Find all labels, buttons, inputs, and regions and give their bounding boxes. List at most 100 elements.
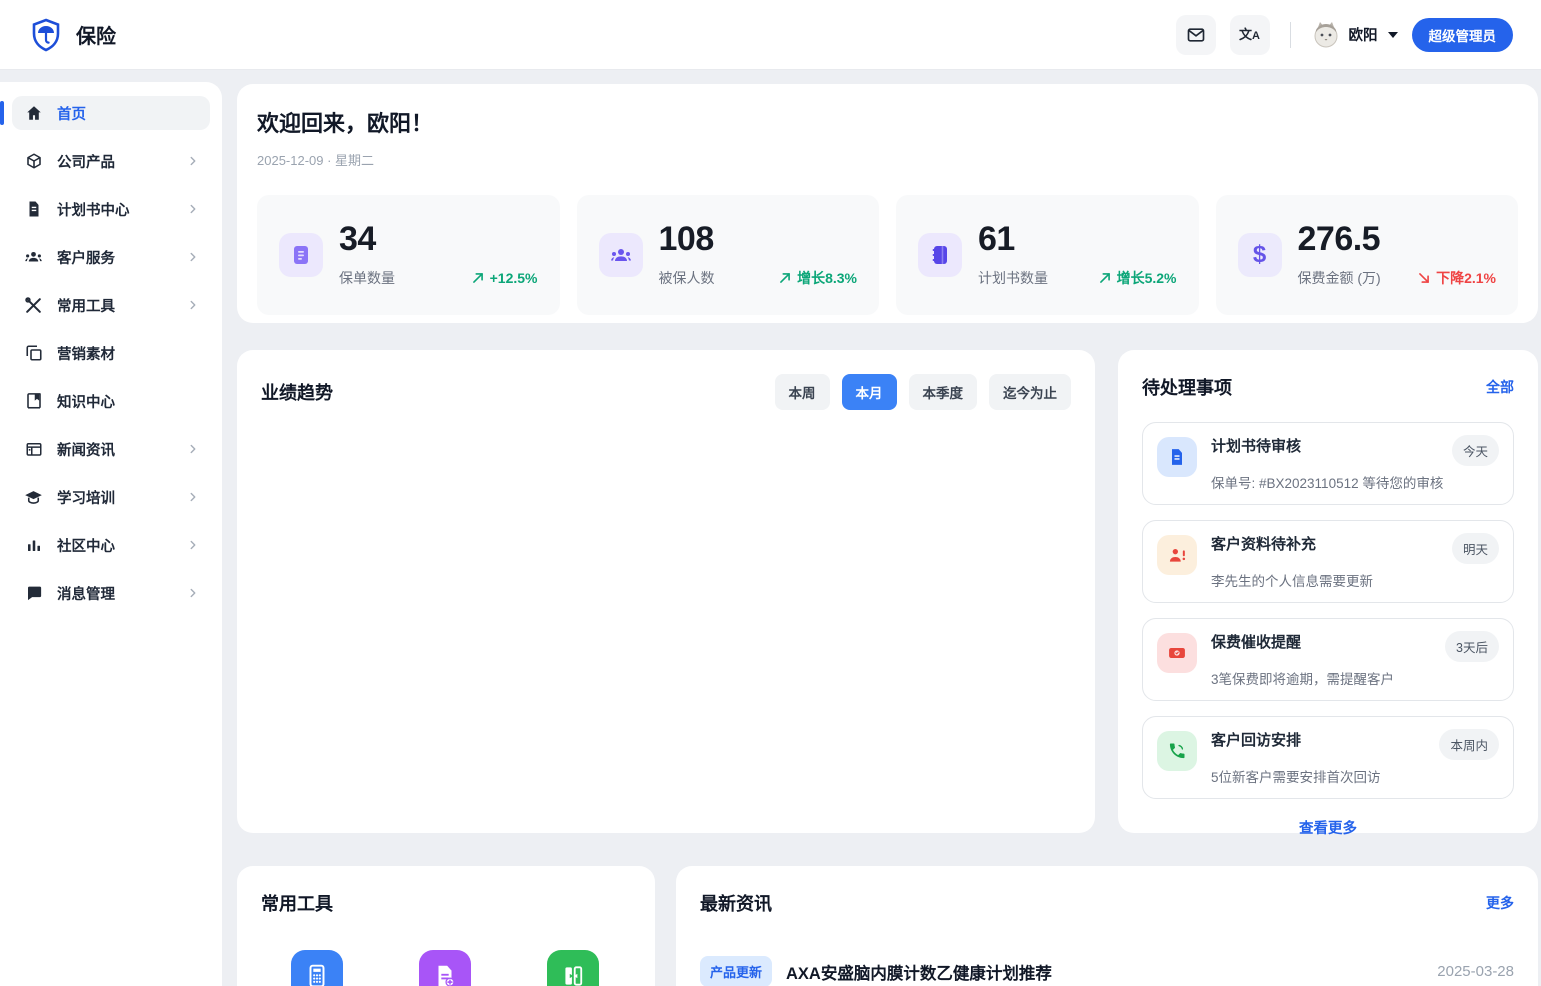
pending-item-customer-visit[interactable]: 客户回访安排 本周内 5位新客户需要安排首次回访 (1142, 716, 1514, 799)
sidebar-item-label: 客户服务 (57, 247, 115, 268)
tools-icon (24, 296, 43, 315)
trend-up-icon (471, 271, 485, 285)
due-badge: 3天后 (1445, 631, 1499, 662)
chevron-down-icon (1388, 32, 1398, 38)
pending-item-premium-reminder[interactable]: 保费催收提醒 3天后 3笔保费即将逾期，需提醒客户 (1142, 618, 1514, 701)
performance-title: 业绩趋势 (261, 379, 333, 405)
sidebar-item-products[interactable]: 公司产品 (12, 144, 210, 178)
sidebar-item-marketing[interactable]: 营销素材 (12, 336, 210, 370)
welcome-date: 2025-12-09 · 星期二 (257, 150, 1518, 169)
pending-all-link[interactable]: 全部 (1486, 377, 1514, 397)
navbar-actions: 文A 欧阳 超级管理员 (1176, 15, 1514, 55)
new-document-icon (432, 963, 458, 986)
app-title: 保险 (76, 20, 116, 49)
stat-trend-value: 增长5.2% (1117, 268, 1177, 288)
payment-icon (1157, 633, 1197, 673)
stat-trend-value: 下降2.1% (1436, 268, 1496, 288)
navbar-divider (1290, 22, 1291, 48)
stat-value: 276.5 (1298, 222, 1497, 258)
phone-icon (1157, 731, 1197, 771)
bar-chart-icon (24, 536, 43, 555)
tab-this-week[interactable]: 本周 (775, 374, 830, 410)
person-alert-icon (1157, 535, 1197, 575)
due-badge: 今天 (1452, 435, 1499, 466)
new-proposal-tool-button[interactable] (419, 950, 471, 986)
tab-to-date[interactable]: 迄今为止 (989, 374, 1071, 410)
sidebar-item-label: 公司产品 (57, 151, 115, 172)
sidebar-item-label: 消息管理 (57, 583, 115, 604)
calculator-tool-button[interactable] (291, 950, 343, 986)
pending-list: 计划书待审核 今天 保单号: #BX2023110512 等待您的审核 客户资料… (1142, 422, 1514, 799)
performance-chart-area (261, 410, 1071, 800)
sidebar-item-label: 社区中心 (57, 535, 115, 556)
stat-trend-value: 增长8.3% (797, 268, 857, 288)
users-icon (24, 248, 43, 267)
news-item[interactable]: 产品更新 AXA安盛脑内膜计数乙健康计划推荐 2025-03-28 (700, 956, 1514, 986)
dashboard-root: 保险 文A (0, 0, 1541, 986)
mail-button[interactable] (1176, 15, 1216, 55)
stat-card-policies: 34 保单数量 +12.5% (257, 195, 560, 315)
newspaper-icon (24, 440, 43, 459)
due-badge: 本周内 (1439, 729, 1499, 760)
sidebar-item-tools[interactable]: 常用工具 (12, 288, 210, 322)
sidebar-item-community[interactable]: 社区中心 (12, 528, 210, 562)
document-icon (1157, 437, 1197, 477)
pending-item-title: 客户回访安排 (1211, 729, 1301, 750)
dollar-icon: $ (1238, 233, 1282, 277)
sidebar-item-label: 知识中心 (57, 391, 115, 412)
role-button[interactable]: 超级管理员 (1412, 18, 1514, 52)
tab-this-month[interactable]: 本月 (842, 374, 897, 410)
tab-this-quarter[interactable]: 本季度 (909, 374, 978, 410)
news-more-link[interactable]: 更多 (1486, 893, 1514, 913)
chevron-right-icon (186, 298, 200, 312)
news-item-title: AXA安盛脑内膜计数乙健康计划推荐 (786, 960, 1052, 984)
sidebar-item-news[interactable]: 新闻资讯 (12, 432, 210, 466)
stat-value: 108 (659, 222, 858, 258)
see-more-link[interactable]: 查看更多 (1142, 817, 1514, 838)
chevron-right-icon (186, 538, 200, 552)
product-box-icon (24, 152, 43, 171)
translate-button[interactable]: 文A (1230, 15, 1270, 55)
latest-news-panel: 最新资讯 更多 产品更新 AXA安盛脑内膜计数乙健康计划推荐 2025-03-2… (676, 866, 1538, 986)
chevron-right-icon (186, 154, 200, 168)
sidebar-item-proposals[interactable]: 计划书中心 (12, 192, 210, 226)
pending-item-proposal-review[interactable]: 计划书待审核 今天 保单号: #BX2023110512 等待您的审核 (1142, 422, 1514, 505)
welcome-title: 欢迎回来，欧阳！ (257, 106, 1518, 138)
sidebar-item-messages[interactable]: 消息管理 (12, 576, 210, 610)
user-name: 欧阳 (1349, 24, 1378, 45)
compare-tool-button[interactable] (547, 950, 599, 986)
stat-card-proposals: 61 计划书数量 增长5.2% (896, 195, 1199, 315)
sidebar: 首页 公司产品 计划书中心 客户服务 (0, 82, 222, 986)
pending-item-customer-info[interactable]: 客户资料待补充 明天 李先生的个人信息需要更新 (1142, 520, 1514, 603)
tools-row (261, 950, 631, 986)
sidebar-item-label: 新闻资讯 (57, 439, 115, 460)
news-title: 最新资讯 (700, 890, 772, 916)
pending-item-desc: 李先生的个人信息需要更新 (1211, 570, 1499, 590)
stat-card-premium: $ 276.5 保费金额 (万) 下降2.1% (1216, 195, 1519, 315)
news-badge: 产品更新 (700, 956, 772, 986)
common-tools-panel: 常用工具 (237, 866, 655, 986)
compare-icon (560, 963, 586, 986)
trend-down-icon (1417, 271, 1431, 285)
stat-trend-value: +12.5% (490, 270, 538, 286)
document-icon (24, 200, 43, 219)
sidebar-item-home[interactable]: 首页 (12, 96, 210, 130)
sidebar-item-label: 学习培训 (57, 487, 115, 508)
shield-umbrella-logo-icon (28, 17, 64, 53)
sidebar-item-knowledge[interactable]: 知识中心 (12, 384, 210, 418)
book-icon (24, 392, 43, 411)
user-menu[interactable]: 欧阳 (1311, 20, 1398, 50)
pending-item-desc: 3笔保费即将逾期，需提醒客户 (1211, 668, 1499, 688)
chevron-right-icon (186, 490, 200, 504)
top-navbar: 保险 文A (0, 0, 1541, 70)
pending-item-desc: 保单号: #BX2023110512 等待您的审核 (1211, 472, 1499, 492)
sidebar-item-customer-service[interactable]: 客户服务 (12, 240, 210, 274)
stat-label: 保单数量 (339, 268, 395, 288)
calculator-icon (304, 963, 330, 986)
chevron-right-icon (186, 586, 200, 600)
pending-item-title: 计划书待审核 (1211, 435, 1301, 456)
sidebar-item-training[interactable]: 学习培训 (12, 480, 210, 514)
home-icon (24, 104, 43, 123)
graduation-cap-icon (24, 488, 43, 507)
translate-icon: 文A (1239, 28, 1260, 42)
